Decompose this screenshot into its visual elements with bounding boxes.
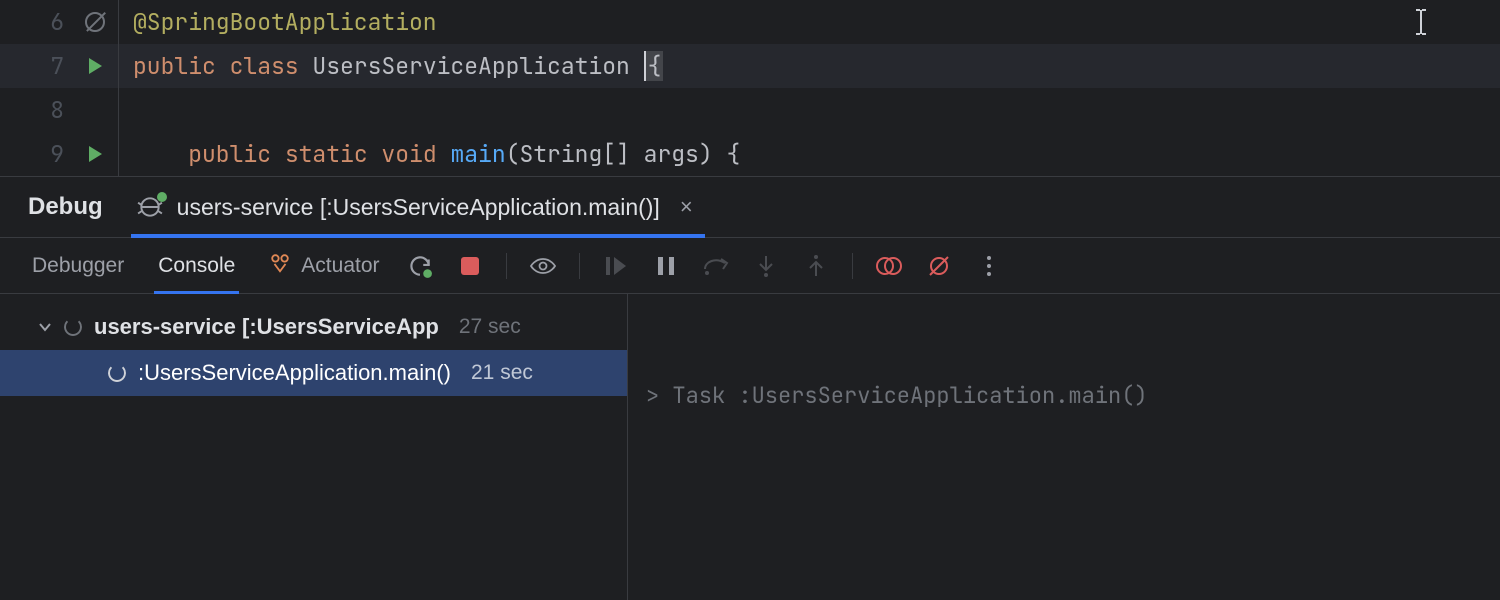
run-gutter-icon[interactable] bbox=[72, 146, 118, 162]
line-number: 6 bbox=[0, 7, 72, 37]
debug-tool-window-header: Debug users-service [:UsersServiceApplic… bbox=[0, 176, 1500, 238]
tree-child-row[interactable]: :UsersServiceApplication.main() 21 sec bbox=[0, 350, 627, 396]
line-number: 7 bbox=[0, 51, 72, 81]
pause-button[interactable] bbox=[652, 252, 680, 280]
step-into-button[interactable] bbox=[752, 252, 780, 280]
run-gutter-icon[interactable] bbox=[72, 58, 118, 74]
line-number: 9 bbox=[0, 139, 72, 169]
stop-icon bbox=[461, 257, 479, 275]
debug-toolbar: Debugger Console Actuator bbox=[0, 238, 1500, 294]
close-icon[interactable]: × bbox=[674, 194, 699, 220]
tab-console[interactable]: Console bbox=[154, 238, 239, 293]
tree-root-label: users-service [:UsersServiceApp bbox=[94, 314, 439, 340]
tree-root-time: 27 sec bbox=[459, 315, 521, 339]
spinner-icon bbox=[108, 364, 126, 382]
code-line[interactable]: 7 public class UsersServiceApplication { bbox=[0, 44, 1500, 88]
code-content: @SpringBootApplication bbox=[133, 7, 437, 37]
tasks-tree[interactable]: users-service [:UsersServiceApp 27 sec :… bbox=[0, 294, 628, 600]
resume-button[interactable] bbox=[602, 252, 630, 280]
tree-child-time: 21 sec bbox=[471, 361, 533, 385]
bug-icon bbox=[137, 196, 163, 218]
view-breakpoints-button[interactable] bbox=[875, 252, 903, 280]
spinner-icon bbox=[64, 318, 82, 336]
console-banner: . ____ _ __ _ _ /\\ / ___'_ __ _ _(_)_ _… bbox=[646, 594, 1482, 600]
tab-debugger[interactable]: Debugger bbox=[28, 238, 128, 293]
step-out-button[interactable] bbox=[802, 252, 830, 280]
code-editor[interactable]: 6 @SpringBootApplication 7 public class Use… bbox=[0, 0, 1500, 176]
text-cursor-icon bbox=[1412, 8, 1430, 36]
code-content: public class UsersServiceApplication { bbox=[133, 51, 663, 81]
step-over-button[interactable] bbox=[702, 252, 730, 280]
tree-child-label: :UsersServiceApplication.main() bbox=[138, 360, 451, 386]
run-config-tab[interactable]: users-service [:UsersServiceApplication.… bbox=[131, 177, 705, 237]
debug-label: Debug bbox=[28, 193, 103, 221]
tree-root-row[interactable]: users-service [:UsersServiceApp 27 sec bbox=[0, 304, 627, 350]
tab-actuator[interactable]: Actuator bbox=[265, 238, 383, 293]
actuator-icon bbox=[269, 252, 291, 280]
more-button[interactable] bbox=[975, 252, 1003, 280]
suppress-gutter-icon[interactable] bbox=[72, 12, 118, 32]
console-output[interactable]: > Task :UsersServiceApplication.main() .… bbox=[628, 294, 1500, 600]
code-content: public static void main(String[] args) { bbox=[133, 139, 740, 169]
show-button[interactable] bbox=[529, 252, 557, 280]
mute-breakpoints-button[interactable] bbox=[925, 252, 953, 280]
stop-button[interactable] bbox=[456, 252, 484, 280]
console-task-line: > Task :UsersServiceApplication.main() bbox=[646, 378, 1482, 414]
code-line[interactable]: 6 @SpringBootApplication bbox=[0, 0, 1500, 44]
chevron-down-icon bbox=[38, 320, 52, 334]
rerun-button[interactable] bbox=[406, 252, 434, 280]
code-line[interactable]: 8 bbox=[0, 88, 1500, 132]
code-line[interactable]: 9 public static void main(String[] args)… bbox=[0, 132, 1500, 176]
run-config-label: users-service [:UsersServiceApplication.… bbox=[177, 194, 660, 221]
line-number: 8 bbox=[0, 95, 72, 125]
